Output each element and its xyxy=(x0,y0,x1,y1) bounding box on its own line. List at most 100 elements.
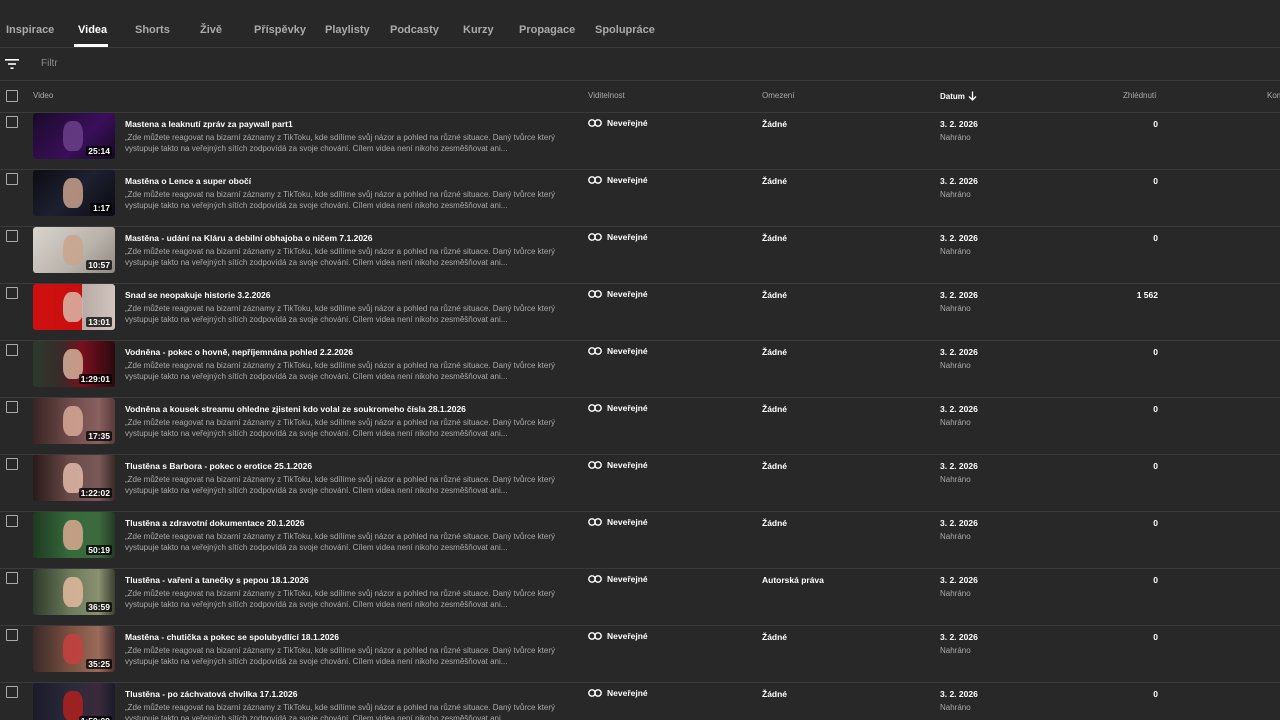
visibility-cell[interactable]: Neveřejné xyxy=(588,118,648,128)
video-thumbnail[interactable]: 36:59 xyxy=(33,569,115,615)
video-thumbnail[interactable]: 1:17 xyxy=(33,170,115,216)
video-description: „Zde můžete reagovat na bizarní záznamy … xyxy=(125,703,555,720)
visibility-cell[interactable]: Neveřejné xyxy=(588,574,648,584)
tab-propagace[interactable]: Propagace xyxy=(519,24,575,36)
date-value: 3. 2. 2026 xyxy=(940,632,978,642)
video-thumbnail[interactable]: 1:59:09 xyxy=(33,683,115,720)
channel-tabs: Inspirace Videa Shorts Živě Příspěvky Pl… xyxy=(0,0,1280,48)
video-description: „Zde můžete reagovat na bizarní záznamy … xyxy=(125,190,555,210)
visibility-cell[interactable]: Neveřejné xyxy=(588,232,648,242)
visibility-cell[interactable]: Neveřejné xyxy=(588,346,648,356)
row-checkbox[interactable] xyxy=(6,401,18,413)
row-checkbox[interactable] xyxy=(6,686,18,698)
table-row[interactable]: 35:25 Mastěna - chutička a pokec se spolu… xyxy=(0,626,1280,683)
restrictions-value: Žádné xyxy=(762,518,788,528)
visibility-cell[interactable]: Neveřejné xyxy=(588,460,648,470)
video-title[interactable]: Tlustěna s Barbora - pokec o erotice 25.… xyxy=(125,461,312,471)
date-value: 3. 2. 2026 xyxy=(940,461,978,471)
visibility-cell[interactable]: Neveřejné xyxy=(588,289,648,299)
video-description: „Zde můžete reagovat na bizarní záznamy … xyxy=(125,247,555,267)
video-thumbnail[interactable]: 1:22:02 xyxy=(33,455,115,501)
column-video: Video xyxy=(33,91,54,100)
visibility-label: Neveřejné xyxy=(607,175,648,185)
video-thumbnail[interactable]: 50:19 xyxy=(33,512,115,558)
video-title[interactable]: Mastěna - chutička a pokec se spolubydlí… xyxy=(125,632,339,642)
tab-playlisty[interactable]: Playlisty xyxy=(325,24,370,36)
tab-videa[interactable]: Videa xyxy=(78,24,107,36)
table-row[interactable]: 1:29:01 Vodněna - pokec o hovně, nepříjem… xyxy=(0,341,1280,398)
table-row[interactable]: 17:35 Vodněna a kousek streamu ohledne zj… xyxy=(0,398,1280,455)
row-checkbox[interactable] xyxy=(6,458,18,470)
row-checkbox[interactable] xyxy=(6,515,18,527)
video-description: „Zde můžete reagovat na bizarní záznamy … xyxy=(125,418,555,438)
restrictions-value: Žádné xyxy=(762,347,788,357)
video-title[interactable]: Snad se neopakuje historie 3.2.2026 xyxy=(125,290,271,300)
video-thumbnail[interactable]: 25:14 xyxy=(33,113,115,159)
table-row[interactable]: 36:59 Tlustěna - vaření a tanečky s pepou… xyxy=(0,569,1280,626)
views-count: 0 xyxy=(1153,575,1158,585)
table-row[interactable]: 1:22:02 Tlustěna s Barbora - pokec o erot… xyxy=(0,455,1280,512)
visibility-cell[interactable]: Neveřejné xyxy=(588,175,648,185)
select-all-checkbox[interactable] xyxy=(6,90,18,102)
tab-zive[interactable]: Živě xyxy=(200,24,222,36)
restrictions-value: Žádné xyxy=(762,404,788,414)
video-thumbnail[interactable]: 13:01 xyxy=(33,284,115,330)
video-thumbnail[interactable]: 1:29:01 xyxy=(33,341,115,387)
thumbnail-person xyxy=(63,121,83,151)
row-checkbox[interactable] xyxy=(6,629,18,641)
video-thumbnail[interactable]: 10:57 xyxy=(33,227,115,273)
upload-status: Nahráno xyxy=(940,361,971,370)
column-date[interactable]: Datum xyxy=(940,91,977,101)
video-description: „Zde můžete reagovat na bizarní záznamy … xyxy=(125,475,555,495)
video-title[interactable]: Vodněna a kousek streamu ohledne zjisten… xyxy=(125,404,466,414)
table-row[interactable]: 25:14 Mastena a leaknutí zpráv za paywall… xyxy=(0,113,1280,170)
visibility-label: Neveřejné xyxy=(607,118,648,128)
video-title[interactable]: Mastena a leaknutí zpráv za paywall part… xyxy=(125,119,293,129)
video-title[interactable]: Tlustěna - vaření a tanečky s pepou 18.1… xyxy=(125,575,309,585)
filter-icon[interactable] xyxy=(5,58,19,70)
thumbnail-person xyxy=(63,634,83,664)
row-checkbox[interactable] xyxy=(6,344,18,356)
views-count: 0 xyxy=(1153,176,1158,186)
tab-kurzy[interactable]: Kurzy xyxy=(463,24,494,36)
views-count: 0 xyxy=(1153,632,1158,642)
date-value: 3. 2. 2026 xyxy=(940,689,978,699)
row-checkbox[interactable] xyxy=(6,572,18,584)
filter-input[interactable] xyxy=(41,58,341,69)
video-title[interactable]: Tlustěna - po záchvatová chvilka 17.1.20… xyxy=(125,689,297,699)
views-count: 0 xyxy=(1153,461,1158,471)
row-checkbox[interactable] xyxy=(6,173,18,185)
row-checkbox[interactable] xyxy=(6,230,18,242)
table-row[interactable]: 1:59:09 Tlustěna - po záchvatová chvilka … xyxy=(0,683,1280,720)
visibility-cell[interactable]: Neveřejné xyxy=(588,631,648,641)
link-icon xyxy=(588,290,602,298)
row-checkbox[interactable] xyxy=(6,116,18,128)
upload-status: Nahráno xyxy=(940,247,971,256)
video-duration: 1:59:09 xyxy=(78,716,112,720)
table-row[interactable]: 13:01 Snad se neopakuje historie 3.2.2026… xyxy=(0,284,1280,341)
tab-prispevky[interactable]: Příspěvky xyxy=(254,24,306,36)
thumbnail-person xyxy=(63,235,83,265)
table-row[interactable]: 50:19 Tlustěna a zdravotní dokumentace 20… xyxy=(0,512,1280,569)
video-title[interactable]: Mastěna o Lence a super obočí xyxy=(125,176,251,186)
tab-inspirace[interactable]: Inspirace xyxy=(6,24,54,36)
tab-shorts[interactable]: Shorts xyxy=(135,24,170,36)
link-icon xyxy=(588,689,602,697)
video-duration: 17:35 xyxy=(86,431,112,441)
visibility-cell[interactable]: Neveřejné xyxy=(588,403,648,413)
video-title[interactable]: Tlustěna a zdravotní dokumentace 20.1.20… xyxy=(125,518,305,528)
visibility-cell[interactable]: Neveřejné xyxy=(588,517,648,527)
visibility-label: Neveřejné xyxy=(607,460,648,470)
tab-podcasty[interactable]: Podcasty xyxy=(390,24,439,36)
table-row[interactable]: 1:17 Mastěna o Lence a super obočí „Zde mů… xyxy=(0,170,1280,227)
video-thumbnail[interactable]: 17:35 xyxy=(33,398,115,444)
table-row[interactable]: 10:57 Mastěna - udání na Kláru a debilní … xyxy=(0,227,1280,284)
visibility-cell[interactable]: Neveřejné xyxy=(588,688,648,698)
video-description: „Zde můžete reagovat na bizarní záznamy … xyxy=(125,589,555,609)
video-title[interactable]: Vodněna - pokec o hovně, nepříjemnána po… xyxy=(125,347,353,357)
video-title[interactable]: Mastěna - udání na Kláru a debilní obhaj… xyxy=(125,233,373,243)
video-thumbnail[interactable]: 35:25 xyxy=(33,626,115,672)
date-value: 3. 2. 2026 xyxy=(940,119,978,129)
row-checkbox[interactable] xyxy=(6,287,18,299)
tab-spoluprace[interactable]: Spolupráce xyxy=(595,24,655,36)
